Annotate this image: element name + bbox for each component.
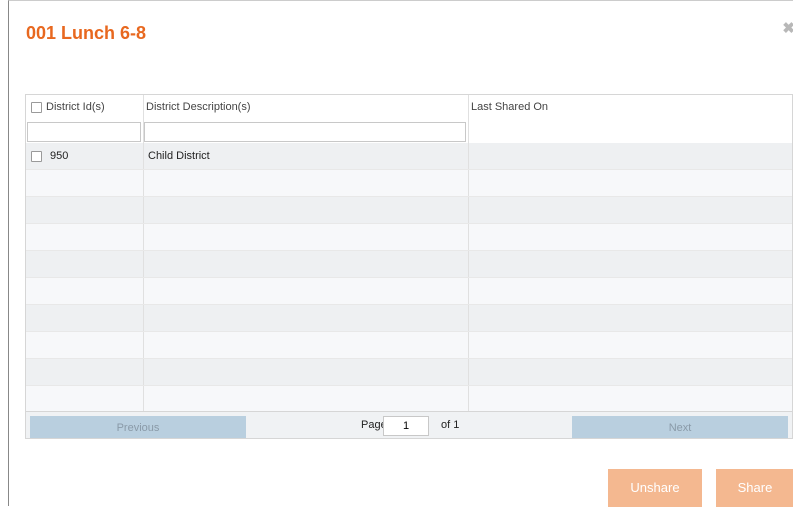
empty-row <box>26 224 792 251</box>
column-label-district-id: District Id(s) <box>46 101 105 113</box>
unshare-button[interactable]: Unshare <box>608 469 702 507</box>
district-id-filter-input[interactable] <box>27 122 141 142</box>
pagination-bar: Previous Page of 1 Next <box>26 411 792 438</box>
empty-row <box>26 278 792 305</box>
page-number-input[interactable] <box>383 416 429 436</box>
empty-row <box>26 359 792 386</box>
close-icon[interactable]: ✖ <box>782 19 793 37</box>
share-button[interactable]: Share <box>716 469 793 507</box>
table-row[interactable]: 950 Child District <box>26 143 792 170</box>
grid-header: District Id(s) District Description(s) L… <box>26 95 792 144</box>
empty-row <box>26 386 792 413</box>
empty-row <box>26 251 792 278</box>
empty-row <box>26 305 792 332</box>
column-label-district-description: District Description(s) <box>146 101 251 113</box>
page-count-label: of 1 <box>441 419 460 431</box>
column-label-last-shared-on: Last Shared On <box>471 101 549 113</box>
district-grid: District Id(s) District Description(s) L… <box>25 94 793 439</box>
empty-row <box>26 332 792 359</box>
column-district-description: District Description(s) <box>143 95 469 143</box>
column-last-shared-on: Last Shared On <box>468 95 792 143</box>
column-district-id: District Id(s) <box>26 95 144 143</box>
grid-body: 950 Child District <box>26 143 792 413</box>
previous-page-button[interactable]: Previous <box>30 416 246 438</box>
empty-row <box>26 197 792 224</box>
last-shared-cell <box>468 143 792 169</box>
row-checkbox[interactable] <box>31 151 42 162</box>
share-dialog: 001 Lunch 6-8 ✖ District Id(s) District … <box>8 0 793 507</box>
district-description-filter-input[interactable] <box>144 122 466 142</box>
select-all-checkbox[interactable] <box>31 102 42 113</box>
dialog-title: 001 Lunch 6-8 <box>26 23 147 43</box>
district-id-cell: 950 <box>50 150 69 162</box>
district-description-cell: Child District <box>148 150 210 162</box>
next-page-button[interactable]: Next <box>572 416 788 438</box>
empty-row <box>26 170 792 197</box>
